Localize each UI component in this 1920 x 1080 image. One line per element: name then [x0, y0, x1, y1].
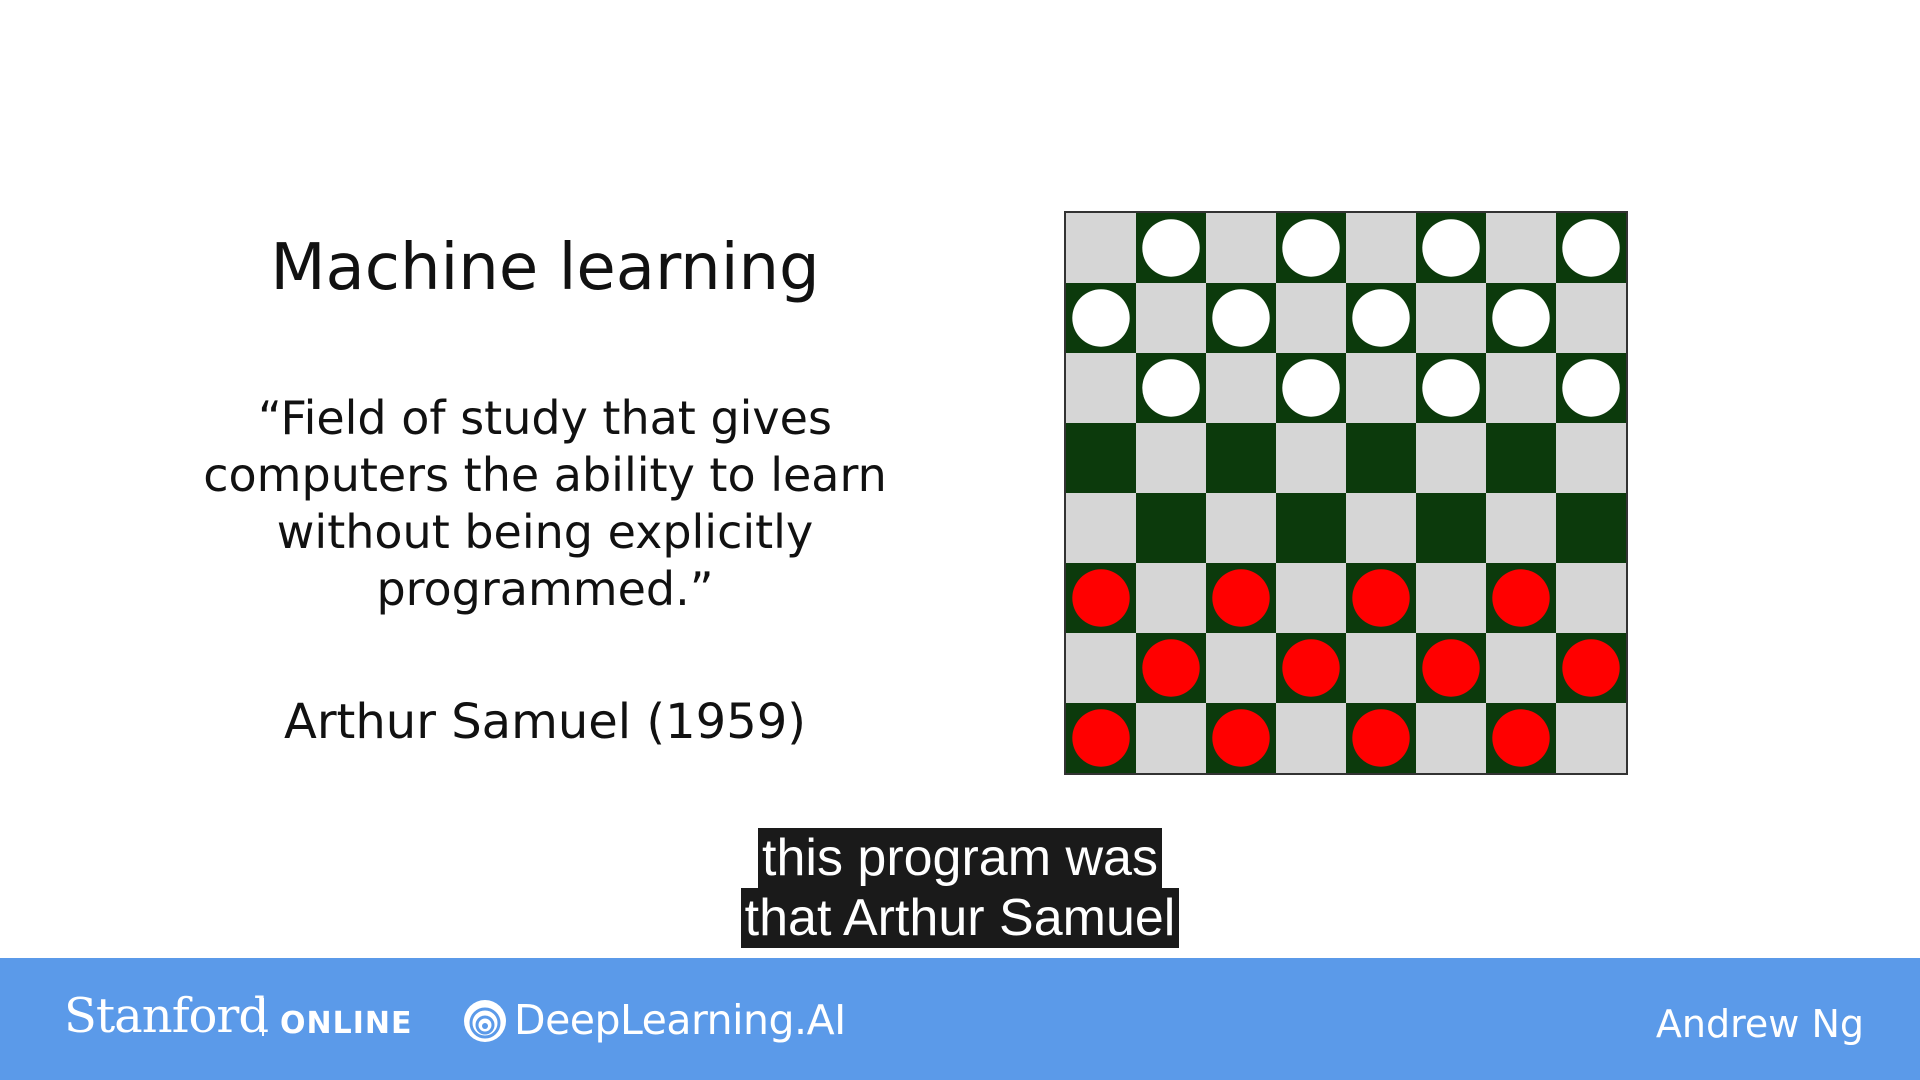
presenter-name: Andrew Ng: [1655, 1002, 1864, 1046]
quote-line: “Field of study that gives: [258, 391, 832, 445]
red-checker-piece: [1492, 569, 1550, 627]
board-square-light: [1416, 423, 1486, 493]
red-checker-piece: [1212, 709, 1270, 767]
board-square-dark: [1276, 493, 1346, 563]
white-checker-piece: [1142, 219, 1200, 277]
board-square-light: [1556, 563, 1626, 633]
board-square-light: [1346, 353, 1416, 423]
white-checker-piece: [1562, 219, 1620, 277]
red-checker-piece: [1142, 639, 1200, 697]
board-square-light: [1346, 493, 1416, 563]
board-square-light: [1206, 493, 1276, 563]
red-checker-piece: [1072, 569, 1130, 627]
logo-divider: [262, 998, 264, 1036]
board-square-light: [1066, 213, 1136, 283]
quote-line: programmed.”: [376, 562, 714, 616]
board-square-light: [1206, 353, 1276, 423]
board-square-light: [1486, 493, 1556, 563]
white-checker-piece: [1422, 219, 1480, 277]
board-square-light: [1556, 423, 1626, 493]
checkers-board-svg: [1066, 213, 1626, 773]
board-square-light: [1136, 283, 1206, 353]
board-square-light: [1346, 633, 1416, 703]
board-square-light: [1486, 213, 1556, 283]
board-square-light: [1276, 703, 1346, 773]
board-square-light: [1486, 353, 1556, 423]
stanford-online-label: ONLINE: [280, 1006, 413, 1041]
white-checker-piece: [1282, 219, 1340, 277]
board-square-light: [1416, 563, 1486, 633]
white-checker-piece: [1142, 359, 1200, 417]
board-square-light: [1136, 563, 1206, 633]
caption-line: this program was: [758, 828, 1162, 888]
white-checker-piece: [1562, 359, 1620, 417]
quote: “Field of study that gives computers the…: [160, 390, 930, 618]
white-checker-piece: [1072, 289, 1130, 347]
board-square-light: [1066, 633, 1136, 703]
red-checker-piece: [1282, 639, 1340, 697]
board-square-dark: [1206, 423, 1276, 493]
quote-line: computers the ability to learn: [203, 448, 887, 502]
board-square-light: [1346, 213, 1416, 283]
captions: this program was that Arthur Samuel: [0, 828, 1920, 948]
board-square-light: [1066, 493, 1136, 563]
board-square-light: [1556, 283, 1626, 353]
deeplearning-logo-icon: [462, 998, 508, 1044]
board-square-light: [1556, 703, 1626, 773]
board-square-light: [1416, 283, 1486, 353]
caption-line: that Arthur Samuel: [740, 888, 1180, 948]
checkers-board: [1064, 211, 1628, 775]
board-square-dark: [1066, 423, 1136, 493]
slide-title: Machine learning: [270, 231, 820, 305]
board-square-dark: [1486, 423, 1556, 493]
red-checker-piece: [1492, 709, 1550, 767]
board-square-light: [1136, 703, 1206, 773]
red-checker-piece: [1072, 709, 1130, 767]
stanford-logo: Stanford: [64, 988, 269, 1044]
quote-attribution: Arthur Samuel (1959): [283, 694, 807, 750]
board-square-light: [1206, 213, 1276, 283]
red-checker-piece: [1352, 569, 1410, 627]
footer-bar: Stanford ONLINE DeepLearning.AI Andrew N…: [0, 958, 1920, 1080]
quote-line: without being explicitly: [276, 505, 814, 559]
board-square-dark: [1136, 493, 1206, 563]
white-checker-piece: [1352, 289, 1410, 347]
board-square-light: [1136, 423, 1206, 493]
white-checker-piece: [1492, 289, 1550, 347]
board-square-light: [1486, 633, 1556, 703]
board-square-light: [1276, 563, 1346, 633]
board-square-light: [1416, 703, 1486, 773]
board-square-light: [1066, 353, 1136, 423]
board-square-light: [1206, 633, 1276, 703]
board-square-dark: [1556, 493, 1626, 563]
red-checker-piece: [1212, 569, 1270, 627]
red-checker-piece: [1422, 639, 1480, 697]
red-checker-piece: [1562, 639, 1620, 697]
board-square-light: [1276, 423, 1346, 493]
board-square-dark: [1346, 423, 1416, 493]
white-checker-piece: [1212, 289, 1270, 347]
deeplearning-logo-text: DeepLearning.AI: [514, 996, 846, 1044]
white-checker-piece: [1422, 359, 1480, 417]
red-checker-piece: [1352, 709, 1410, 767]
board-square-light: [1276, 283, 1346, 353]
white-checker-piece: [1282, 359, 1340, 417]
board-square-dark: [1416, 493, 1486, 563]
